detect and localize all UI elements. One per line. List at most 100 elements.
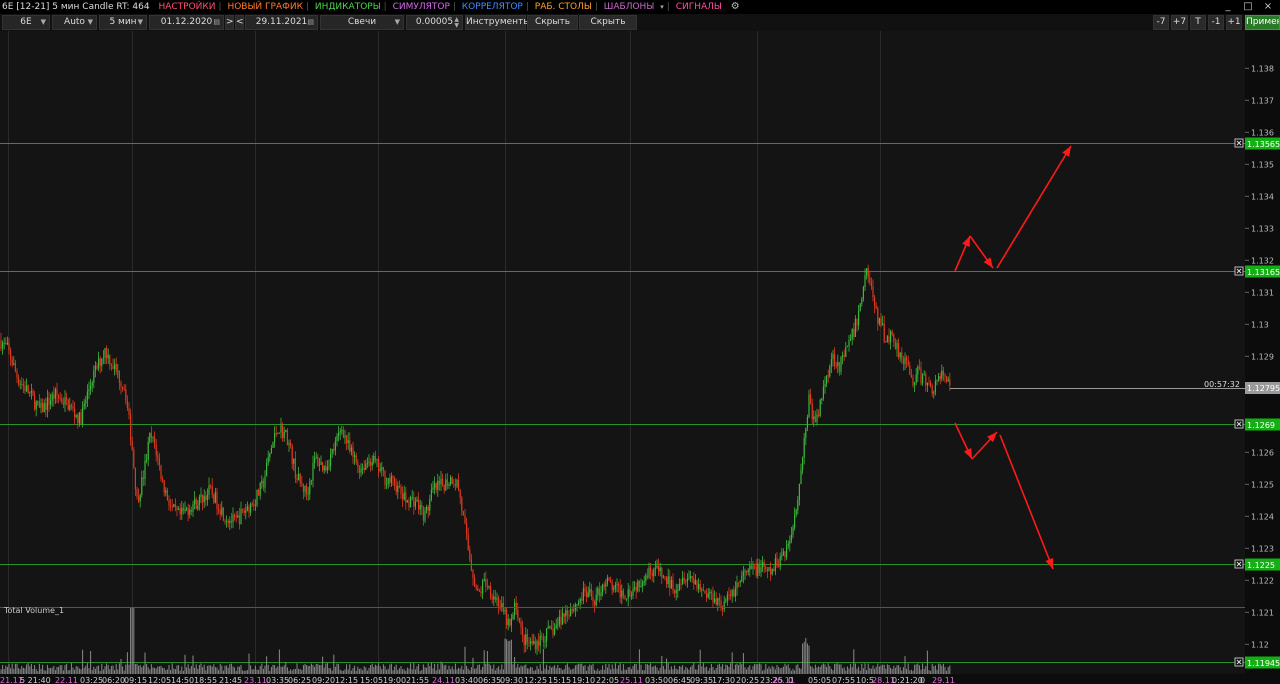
level-close-icon[interactable] <box>1234 266 1244 276</box>
shift-minus-7-button[interactable]: -7 <box>1153 15 1169 30</box>
menu-simulator[interactable]: СИМУЛЯТОР <box>390 0 453 14</box>
time-label: 03:40 <box>455 676 478 684</box>
candle-body <box>949 379 951 386</box>
shift-minus-1-button[interactable]: -1 <box>1208 15 1224 30</box>
candle-body <box>288 442 290 446</box>
candle-body <box>330 453 332 466</box>
maximize-icon[interactable]: □ <box>1238 0 1258 14</box>
candle-body <box>323 465 325 471</box>
instruments-button[interactable]: Инструменты <box>465 15 530 30</box>
hide-lines-button[interactable]: Скрыть линии <box>579 15 637 40</box>
time-label: 09:35 <box>690 676 713 684</box>
candle-body <box>205 495 207 501</box>
candle-body <box>437 480 439 490</box>
calendar-icon[interactable]: ▤ <box>307 16 314 29</box>
timeframe-select[interactable]: 5 мин ▼ <box>99 15 147 30</box>
candle-body <box>758 563 760 573</box>
shift-plus-7-button[interactable]: +7 <box>1171 15 1188 30</box>
candle-body <box>224 520 226 522</box>
calendar-icon[interactable]: ▤ <box>213 16 220 29</box>
candle-body <box>294 458 296 478</box>
candle-body <box>658 565 660 572</box>
candle-body <box>291 445 293 464</box>
scale-select[interactable]: Auto ▼ <box>52 15 97 30</box>
candle-body <box>525 634 527 646</box>
candle-body <box>168 500 170 506</box>
candle-body <box>666 577 668 585</box>
candle-body <box>125 389 127 401</box>
candle-body <box>440 478 442 485</box>
menu-new-chart[interactable]: НОВЫЙ ГРАФИК <box>224 0 306 14</box>
level-close-icon[interactable] <box>1234 419 1244 429</box>
candle-body <box>317 456 319 466</box>
candle-body <box>387 477 389 485</box>
candle-body <box>107 354 109 359</box>
stepper-icon[interactable]: ▲ ▼ <box>454 17 459 29</box>
chart-type-select[interactable]: Свечи ▼ <box>320 15 404 30</box>
menu-correlator[interactable]: КОРРЕЛЯТОР <box>459 0 526 14</box>
menu-signals[interactable]: СИГНАЛЫ <box>673 0 725 14</box>
candle-body <box>619 585 621 598</box>
candle-body <box>42 402 44 413</box>
chevron-down-icon: ▼ <box>87 18 93 26</box>
candle-body <box>866 268 868 276</box>
candle-body <box>926 382 928 386</box>
level-close-icon[interactable] <box>1234 559 1244 569</box>
candle-body <box>541 635 543 637</box>
candle-body <box>218 508 220 511</box>
candle-body <box>885 341 887 343</box>
tick-size-stepper[interactable]: 0.00005 ▲ ▼ <box>406 15 463 30</box>
date-from-field[interactable]: 01.12.2020 ▤ <box>149 15 224 30</box>
candle-body <box>454 484 456 487</box>
candle-body <box>874 297 876 306</box>
candle-body <box>122 386 124 389</box>
price-chart[interactable]: 1.1381.1371.1361.1351.1341.1331.1321.131… <box>0 31 1280 684</box>
candle-body <box>762 562 764 568</box>
candle-body <box>331 448 333 454</box>
candle-body <box>805 427 807 438</box>
menu-indicators[interactable]: ИНДИКАТОРЫ <box>312 0 384 14</box>
level-close-icon[interactable] <box>1234 138 1244 148</box>
plot-area[interactable] <box>0 31 1245 684</box>
candle-body <box>147 442 149 460</box>
menu-templates[interactable]: ШАБЛОНЫ <box>601 0 658 14</box>
candle-body <box>789 540 791 544</box>
candle-body <box>765 566 767 570</box>
prev-button[interactable]: < <box>235 15 244 30</box>
candle-body <box>558 616 560 625</box>
candle-body <box>189 509 191 515</box>
apply-button[interactable]: Применить <box>1245 15 1280 30</box>
symbol-select[interactable]: 6E ▼ <box>2 15 50 30</box>
shift-today-button[interactable]: T <box>1190 15 1206 30</box>
candle-body <box>299 473 301 483</box>
menu-workspaces[interactable]: РАБ. СТОЛЫ <box>532 0 595 14</box>
candle-body <box>747 569 749 573</box>
candle-body <box>310 480 312 482</box>
menu-settings[interactable]: НАСТРОЙКИ <box>155 0 218 14</box>
candle-body <box>394 478 396 486</box>
date-to-field[interactable]: 29.11.2021 ▤ <box>245 15 318 30</box>
candle-body <box>523 634 525 646</box>
templates-dropdown-icon[interactable]: ▾ <box>657 0 667 14</box>
candle-body <box>573 610 575 611</box>
date-to-value: 29.11.2021 <box>255 17 308 27</box>
close-icon[interactable]: × <box>1258 0 1278 14</box>
candle-body <box>376 459 378 461</box>
candle-body <box>402 493 404 500</box>
gear-icon[interactable]: ⚙ <box>728 0 743 14</box>
hide-drawings-button[interactable]: Скрыть рис. <box>527 15 578 40</box>
candle-body <box>342 429 344 438</box>
candle-body <box>256 489 258 506</box>
candle-body <box>686 578 688 582</box>
minimize-icon[interactable]: _ <box>1218 0 1238 14</box>
next-button[interactable]: > <box>225 15 234 30</box>
candle-body <box>766 569 768 572</box>
candle-body <box>179 508 181 515</box>
candle-body <box>99 358 101 367</box>
candle-body <box>848 340 850 347</box>
price-tick-label: 1.126 <box>1251 448 1274 457</box>
level-close-icon[interactable] <box>1234 657 1244 667</box>
candle-body <box>264 476 266 488</box>
shift-plus-1-button[interactable]: +1 <box>1226 15 1242 30</box>
candle-body <box>814 416 816 423</box>
